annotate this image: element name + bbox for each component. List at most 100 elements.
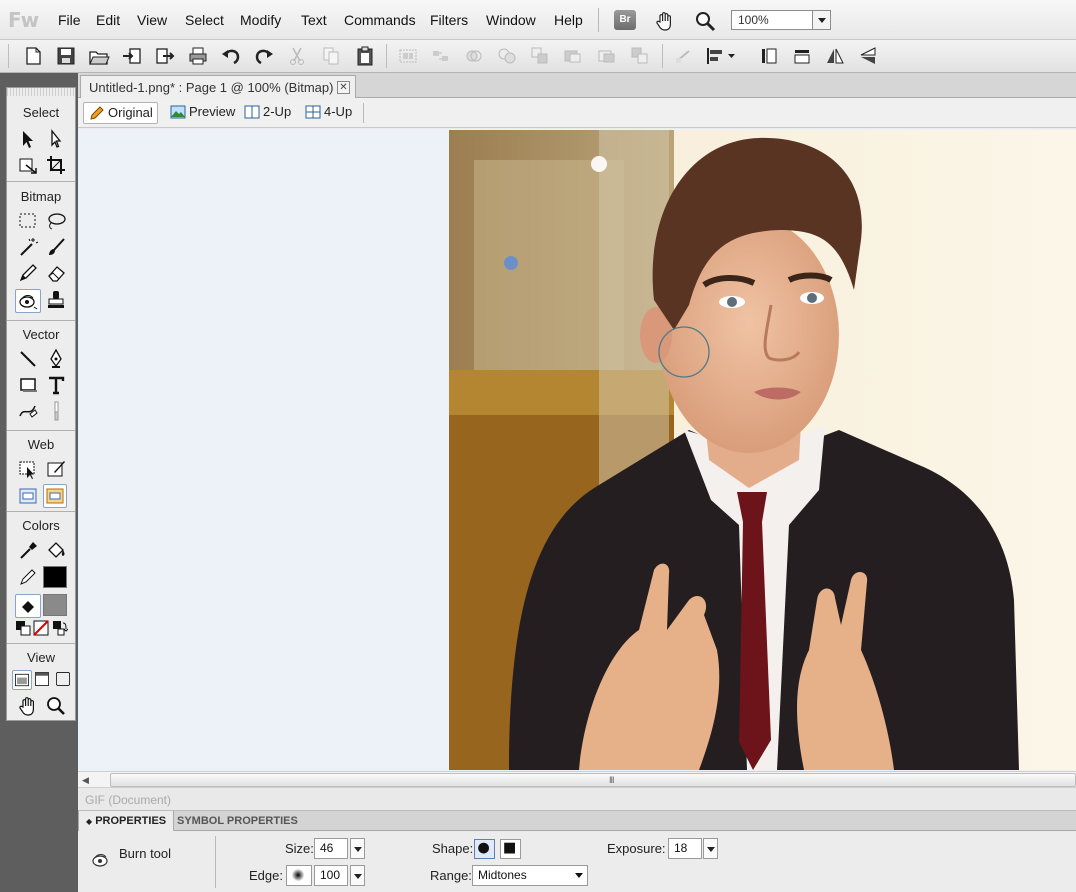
scrollbar-thumb[interactable]: III	[110, 773, 1076, 787]
flip-horizontal-icon[interactable]	[824, 45, 846, 67]
menu-view[interactable]: View	[137, 12, 167, 28]
open-folder-icon[interactable]	[88, 45, 110, 67]
edge-preview-icon[interactable]	[286, 865, 312, 886]
zoom-icon[interactable]	[694, 10, 716, 32]
maximized-screen-mode-icon[interactable]	[33, 670, 53, 690]
rotate-right-icon[interactable]	[791, 45, 813, 67]
fill-color-icon[interactable]	[15, 594, 41, 618]
size-dropdown[interactable]	[350, 838, 365, 859]
eraser-tool-icon[interactable]	[45, 262, 67, 284]
bring-forward-icon[interactable]	[562, 45, 584, 67]
hand-icon[interactable]	[654, 10, 676, 32]
zoom-select[interactable]: 100%	[731, 10, 831, 30]
knife-tool-icon[interactable]	[45, 400, 67, 422]
text-tool-icon[interactable]	[45, 374, 67, 396]
paint-bucket-tool-icon[interactable]	[45, 539, 67, 561]
menu-modify[interactable]: Modify	[240, 12, 281, 28]
range-select[interactable]: Midtones	[472, 865, 588, 886]
tab-preview[interactable]: Preview	[165, 102, 235, 124]
stroke-color-swatch[interactable]	[43, 566, 67, 588]
export-icon[interactable]	[154, 45, 176, 67]
rotate-left-icon[interactable]	[758, 45, 780, 67]
join-icon[interactable]	[463, 45, 485, 67]
transform-icon[interactable]	[673, 45, 695, 67]
pen-tool-icon[interactable]	[45, 348, 67, 370]
menu-select[interactable]: Select	[185, 12, 224, 28]
swap-colors-icon[interactable]	[52, 620, 69, 636]
document-tab[interactable]: Untitled-1.png* : Page 1 @ 100% (Bitmap)…	[80, 75, 356, 98]
tab-symbol-properties[interactable]: SYMBOL PROPERTIES	[170, 811, 305, 831]
rubber-stamp-tool-icon[interactable]	[45, 289, 67, 311]
chevron-down-icon[interactable]	[812, 11, 830, 29]
crop-tool-icon[interactable]	[45, 154, 67, 176]
size-input[interactable]: 46	[314, 838, 348, 859]
show-slices-icon[interactable]	[43, 484, 67, 508]
freeform-tool-icon[interactable]	[17, 400, 39, 422]
tab-properties[interactable]: ◆ PROPERTIES	[78, 811, 175, 831]
cut-icon[interactable]	[286, 45, 308, 67]
shape-circle-button[interactable]	[474, 839, 495, 859]
scroll-left-arrow-icon[interactable]: ◀	[82, 773, 94, 787]
split-icon[interactable]	[496, 45, 518, 67]
menu-filters[interactable]: Filters	[430, 12, 468, 28]
slice-tool-icon[interactable]	[45, 458, 67, 480]
document-image[interactable]	[449, 130, 1076, 770]
no-color-icon[interactable]	[33, 620, 49, 636]
undo-icon[interactable]	[220, 45, 242, 67]
menu-edit[interactable]: Edit	[96, 12, 120, 28]
eyedropper-tool-icon[interactable]	[17, 539, 39, 561]
save-icon[interactable]	[55, 45, 77, 67]
full-screen-mode-icon[interactable]	[54, 670, 74, 690]
print-icon[interactable]	[187, 45, 209, 67]
collapse-icon[interactable]: ◆	[86, 817, 92, 826]
default-colors-icon[interactable]	[15, 620, 31, 636]
redo-icon[interactable]	[253, 45, 275, 67]
bring-to-front-icon[interactable]	[529, 45, 551, 67]
marquee-tool-icon[interactable]	[17, 210, 39, 232]
import-icon[interactable]	[121, 45, 143, 67]
standard-screen-mode-icon[interactable]	[12, 670, 32, 690]
ungroup-icon[interactable]	[430, 45, 452, 67]
exposure-dropdown[interactable]	[703, 838, 718, 859]
copy-icon[interactable]	[320, 45, 342, 67]
menu-commands[interactable]: Commands	[344, 12, 416, 28]
rectangle-tool-icon[interactable]	[17, 374, 39, 396]
align-dropdown[interactable]	[704, 45, 738, 67]
brush-tool-icon[interactable]	[45, 236, 67, 258]
new-file-icon[interactable]	[22, 45, 44, 67]
horizontal-scrollbar[interactable]: ◀ III	[78, 771, 1076, 788]
fill-color-swatch[interactable]	[43, 594, 67, 616]
hide-slices-icon[interactable]	[17, 485, 39, 507]
shape-square-button[interactable]	[500, 839, 521, 859]
scale-tool-icon[interactable]	[17, 154, 39, 176]
menu-window[interactable]: Window	[486, 12, 536, 28]
canvas-area[interactable]	[78, 129, 1076, 771]
tab-2-up[interactable]: 2-Up	[239, 102, 297, 124]
exposure-input[interactable]: 18	[668, 838, 702, 859]
send-backward-icon[interactable]	[596, 45, 618, 67]
hand-tool-icon[interactable]	[17, 695, 39, 717]
burn-tool-icon[interactable]	[15, 289, 41, 313]
pencil-tool-icon[interactable]	[17, 262, 39, 284]
line-tool-icon[interactable]	[17, 348, 39, 370]
stroke-color-icon[interactable]	[17, 566, 39, 588]
menu-help[interactable]: Help	[554, 12, 583, 28]
menu-file[interactable]: File	[58, 12, 81, 28]
hotspot-tool-icon[interactable]	[17, 458, 39, 480]
subselection-tool-icon[interactable]	[45, 128, 67, 150]
flip-vertical-icon[interactable]	[857, 45, 879, 67]
pointer-tool-icon[interactable]	[17, 128, 39, 150]
panel-grip[interactable]	[7, 88, 75, 96]
edge-input[interactable]: 100	[314, 865, 348, 886]
close-icon[interactable]: ✕	[337, 81, 350, 94]
tab-4-up[interactable]: 4-Up	[300, 102, 358, 124]
group-icon[interactable]	[397, 45, 419, 67]
zoom-tool-icon[interactable]	[45, 695, 67, 717]
menu-text[interactable]: Text	[301, 12, 327, 28]
lasso-tool-icon[interactable]	[45, 210, 67, 232]
edge-dropdown[interactable]	[350, 865, 365, 886]
paste-icon[interactable]	[354, 45, 376, 67]
tab-original[interactable]: Original	[83, 102, 158, 124]
send-to-back-icon[interactable]	[629, 45, 651, 67]
magic-wand-tool-icon[interactable]	[17, 236, 39, 258]
